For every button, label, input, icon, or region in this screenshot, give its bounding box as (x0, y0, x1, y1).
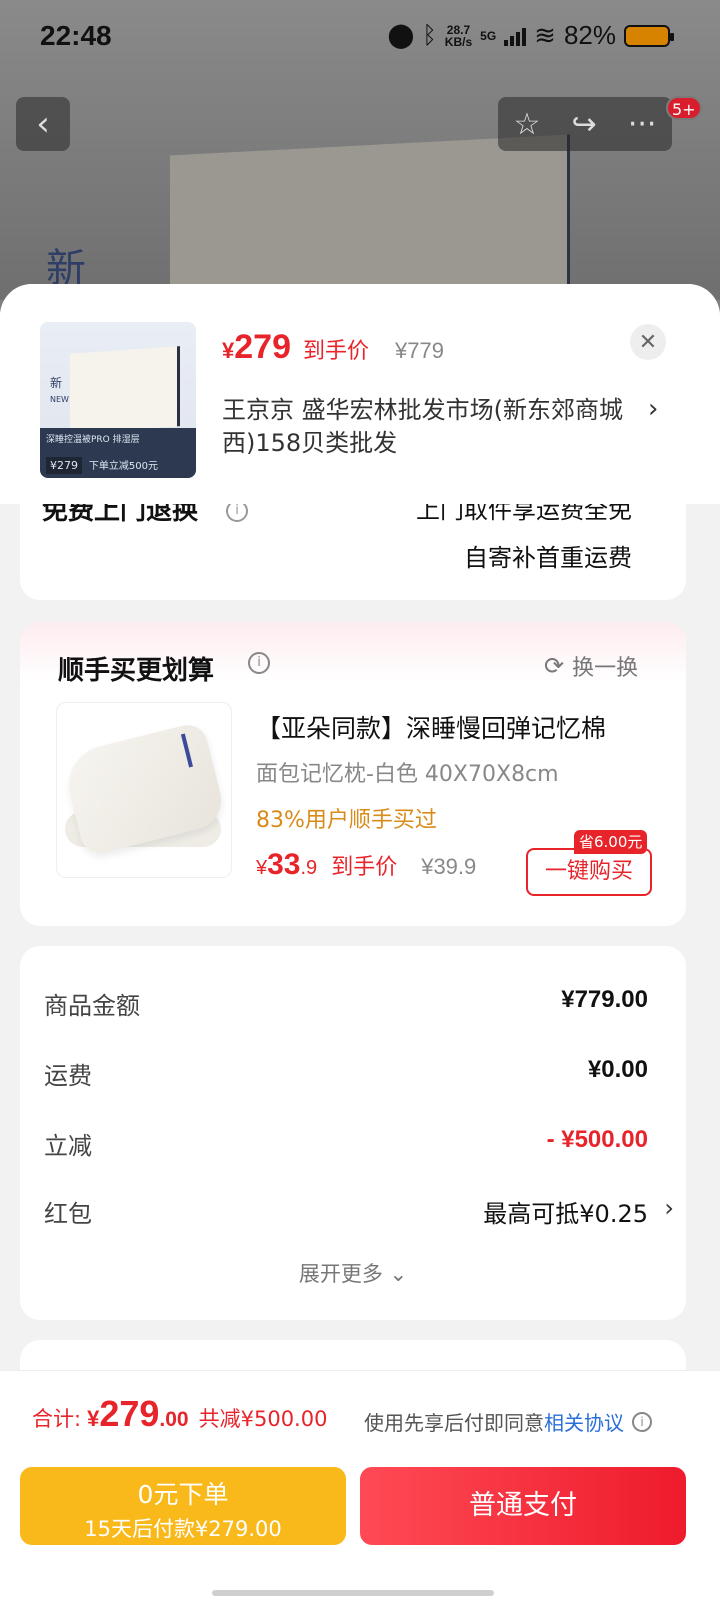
recommend-product-image[interactable] (56, 702, 232, 878)
recommend-social-proof: 83%用户顺手买过 (256, 808, 437, 833)
sheet-header: 新 NEW 深睡控温被PRO 排湿层 ¥279 下单立减500元 ¥279 到手… (0, 284, 720, 504)
return-line2: 自寄补首重运费 (464, 544, 632, 572)
detail-label: 商品金额 (44, 992, 140, 1020)
info-icon[interactable]: i (248, 652, 270, 674)
pay-later-title: 0元下单 (137, 1480, 229, 1509)
total-int: 279 (99, 1393, 160, 1434)
bluetooth-icon: ᛒ (422, 21, 437, 49)
status-icons: ⬤ ᛒ 28.7 KB/s 5G ≋ 82% (387, 20, 674, 51)
recommend-original-price: ¥39.9 (421, 854, 477, 879)
return-service-card: 免费上门退换 i 上门取件享运费全免 自寄补首重运费 (20, 504, 686, 600)
thumb-title: 深睡控温被PRO 排湿层 (46, 435, 140, 445)
agreement-link[interactable]: 相关协议 (544, 1407, 624, 1436)
return-label: 免费上门退换 (42, 504, 199, 526)
close-icon[interactable]: ✕ (630, 324, 666, 360)
checkout-footer: 合计: ¥279.00 共减¥500.00 使用先享后付即同意 相关协议 i 0… (0, 1370, 720, 1600)
thumb-new-label: 新 NEW (50, 374, 69, 405)
rec-price-int: 33 (267, 848, 301, 881)
recommend-product-name[interactable]: 【亚朵同款】深睡慢回弹记忆棉 (256, 712, 656, 746)
thumb-caption: 深睡控温被PRO 排湿层 ¥279 下单立减500元 (40, 428, 196, 478)
pay-later-subtitle: 15天后付款¥279.00 (84, 1517, 282, 1541)
info-icon[interactable]: i (226, 504, 248, 522)
thumb-new-en: NEW (50, 395, 69, 404)
share-icon[interactable]: ↪ (572, 107, 597, 142)
product-price-row: ¥279 到手价 ¥779 (222, 328, 444, 367)
agreement-text: 使用先享后付即同意 相关协议 i (364, 1407, 652, 1436)
chevron-right-icon: › (664, 1194, 674, 1222)
recommend-price-row: ¥33.9 到手价 ¥39.9 (256, 848, 476, 882)
detail-value: 最高可抵¥0.25 (483, 1200, 648, 1228)
chevron-left-icon: ‹ (36, 104, 50, 144)
notification-badge: 5+ (666, 96, 702, 120)
header-actions: ☆ ↪ ··· (498, 97, 672, 151)
one-click-buy-button[interactable]: 一键购买 (526, 848, 652, 896)
price-detail-card: 商品金额 ¥779.00 运费 ¥0.00 立减 - ¥500.00 红包 最高… (20, 946, 686, 1320)
detail-value: ¥779.00 (561, 986, 648, 1013)
rec-price-symbol: ¥ (256, 857, 268, 879)
detail-value: ¥0.00 (587, 1056, 648, 1083)
recommend-title: 顺手买更划算 (58, 656, 215, 686)
battery-percent: 82% (563, 20, 616, 50)
total-amount: 合计: ¥279.00 共减¥500.00 (32, 1393, 327, 1435)
thumb-new: 新 (50, 376, 63, 390)
signal-icon (504, 26, 527, 46)
chevron-right-icon[interactable]: › (648, 394, 658, 424)
speed-unit: KB/s (444, 34, 473, 49)
total-dec: .00 (159, 1408, 189, 1431)
info-icon[interactable]: i (632, 1411, 652, 1432)
back-button[interactable]: ‹ (16, 97, 70, 151)
favorite-star-icon[interactable]: ☆ (514, 107, 541, 142)
total-label: 合计: (32, 1407, 82, 1431)
original-price: ¥779 (395, 338, 444, 363)
battery-icon (624, 24, 674, 47)
recommend-product-spec: 面包记忆枕-白色 40X70X8cm (256, 762, 559, 787)
refresh-icon: ⟳ (544, 652, 565, 680)
detail-row-goods: 商品金额 ¥779.00 (44, 986, 662, 1021)
network-type: 5G (480, 28, 497, 43)
network-speed: 28.7 KB/s (445, 24, 472, 48)
expand-label: 展开更多 (298, 1262, 383, 1286)
wifi-icon: ≋ (534, 20, 556, 50)
status-bar: 22:48 ⬤ ᛒ 28.7 KB/s 5G ≋ 82% (0, 0, 720, 76)
detail-label: 运费 (44, 1062, 92, 1090)
price-tag: 到手价 (302, 339, 369, 364)
shipping-address[interactable]: 王京京 盛华宏林批发市场(新东郊商城西)158贝类批发 (222, 394, 642, 460)
rec-price-dec: .9 (300, 857, 318, 879)
thumb-blanket-image (70, 346, 180, 434)
thumb-price: ¥279 (46, 457, 82, 474)
detail-label: 红包 (44, 1200, 92, 1228)
normal-pay-button[interactable]: 普通支付 (360, 1467, 686, 1545)
swap-button[interactable]: ⟳ 换一换 (544, 650, 638, 682)
more-icon[interactable]: ··· (628, 107, 657, 142)
status-time: 22:48 (40, 20, 112, 51)
recommend-price: ¥33.9 (256, 848, 317, 882)
chevron-down-icon: ⌄ (389, 1262, 408, 1286)
return-line1: 上门取件享运费全免 (416, 504, 632, 524)
product-price: ¥279 (222, 328, 291, 367)
swap-label: 换一换 (572, 656, 639, 681)
detail-row-redpacket[interactable]: 红包 最高可抵¥0.25 › (44, 1194, 674, 1229)
total-value: ¥279.00 (87, 1393, 189, 1435)
location-icon: ⬤ (387, 22, 415, 49)
pay-later-button[interactable]: 0元下单 15天后付款¥279.00 (20, 1467, 346, 1545)
product-thumbnail: 新 NEW 深睡控温被PRO 排湿层 ¥279 下单立减500元 (40, 322, 196, 478)
thumb-promo: 下单立减500元 (88, 461, 158, 472)
total-saved: 共减¥500.00 (198, 1407, 328, 1431)
detail-label: 立减 (44, 1132, 92, 1160)
price-value: 279 (234, 328, 291, 366)
save-badge: 省6.00元 (574, 830, 648, 854)
detail-row-shipping: 运费 ¥0.00 (44, 1056, 662, 1091)
agree-prefix: 使用先享后付即同意 (364, 1411, 544, 1435)
expand-more-button[interactable]: 展开更多 ⌄ (20, 1258, 686, 1288)
price-symbol: ¥ (222, 338, 235, 363)
detail-value: - ¥500.00 (546, 1126, 648, 1153)
home-indicator[interactable] (212, 1590, 494, 1596)
recommend-price-tag: 到手价 (331, 855, 398, 880)
total-currency: ¥ (87, 1406, 100, 1431)
detail-row-discount: 立减 - ¥500.00 (44, 1126, 662, 1161)
recommend-card: 顺手买更划算 i ⟳ 换一换 【亚朵同款】深睡慢回弹记忆棉 面包记忆枕-白色 4… (20, 622, 686, 926)
